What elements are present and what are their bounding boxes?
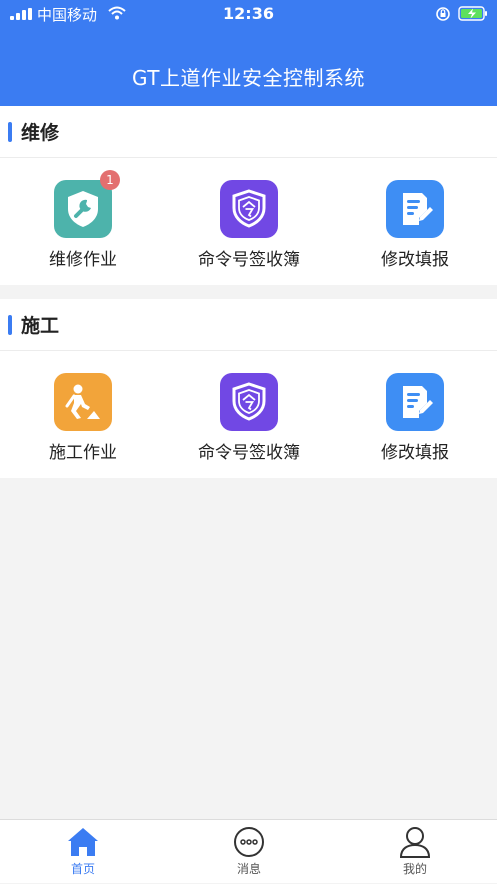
modify-report-button[interactable]: 修改填报 (332, 352, 497, 478)
tab-profile[interactable]: 我的 (332, 820, 497, 884)
function-grid: 1 维修作业 命令号签收簿 修改填报 (0, 159, 497, 285)
battery-charging-icon (458, 6, 487, 21)
tab-label: 首页 (70, 862, 95, 876)
section-title: 维修 (21, 122, 60, 144)
maintenance-work-button[interactable]: 1 维修作业 (0, 159, 166, 285)
section-accent-bar (8, 315, 12, 335)
command-shield-icon (220, 373, 278, 431)
tab-home[interactable]: 首页 (0, 820, 166, 884)
tile-label: 修改填报 (381, 250, 449, 270)
construction-work-button[interactable]: 施工作业 (0, 352, 166, 478)
profile-icon (399, 827, 431, 858)
edit-document-icon (386, 373, 444, 431)
tile-label: 施工作业 (49, 443, 117, 463)
section-accent-bar (8, 122, 12, 142)
tile-label: 维修作业 (49, 250, 117, 270)
wrench-shield-icon (54, 180, 112, 238)
home-icon (68, 828, 98, 856)
message-icon (234, 827, 264, 857)
function-grid: 施工作业 命令号签收簿 修改填报 (0, 352, 497, 478)
edit-document-icon (386, 180, 444, 238)
tile-label: 命令号签收簿 (198, 250, 300, 270)
page-title: GT上道作业安全控制系统 (131, 66, 365, 90)
section-header: 维修 (0, 106, 497, 158)
tab-messages[interactable]: 消息 (166, 820, 332, 884)
rotation-lock-icon (436, 7, 450, 21)
bottom-tab-bar: 首页 消息 我的 (0, 819, 497, 883)
notification-badge: 1 (100, 170, 120, 190)
command-shield-icon (220, 180, 278, 238)
status-time: 12:36 (223, 4, 274, 23)
status-bar: 中国移动 12:36 (0, 0, 497, 28)
section-header: 施工 (0, 299, 497, 351)
section-maintenance: 维修 1 维修作业 命令号签收簿 修改填报 (0, 106, 497, 285)
tile-label: 命令号签收簿 (198, 443, 300, 463)
tab-label: 我的 (402, 862, 427, 876)
tile-label: 修改填报 (381, 443, 449, 463)
modify-report-button[interactable]: 修改填报 (332, 159, 497, 285)
section-construction: 施工 施工作业 命令号签收簿 修改填报 (0, 299, 497, 478)
tab-label: 消息 (236, 862, 261, 876)
section-title: 施工 (21, 315, 60, 337)
app-header: 中国移动 12:36 GT上道作业安全控制系统 (0, 0, 497, 106)
construction-worker-icon (54, 373, 112, 431)
command-sign-book-button[interactable]: 命令号签收簿 (166, 352, 332, 478)
command-sign-book-button[interactable]: 命令号签收簿 (166, 159, 332, 285)
